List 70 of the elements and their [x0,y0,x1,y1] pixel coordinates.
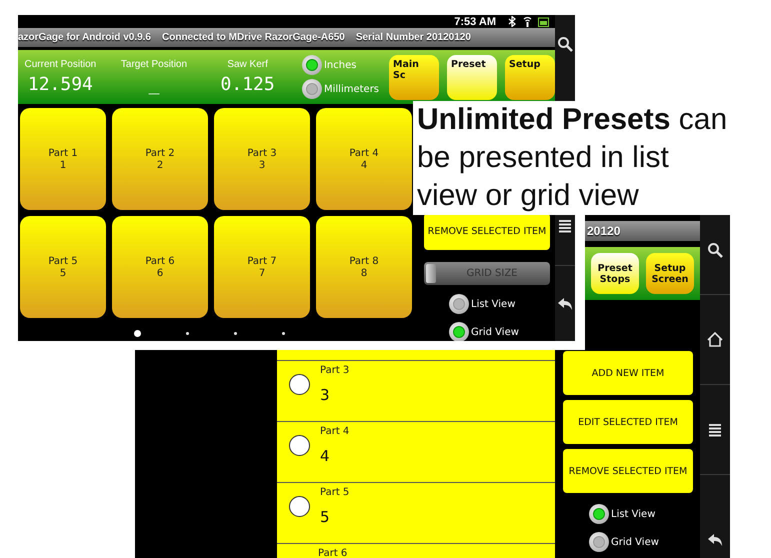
option-label: Inches [324,60,356,70]
preset-tile[interactable]: Part 4 4 [316,108,412,210]
title-bar-text: azorGage for Android v0.9.6 [18,32,151,43]
radio-button[interactable] [449,294,469,314]
nav-button[interactable]: Main Sc [389,54,440,100]
search-icon[interactable] [707,242,723,258]
action-button[interactable]: ADD NEW ITEM [563,351,693,395]
title-bar-text: Connected to MDrive RazorGage-A650 [162,32,345,43]
part-number: 4 [320,447,331,465]
status-time: 7:53 AM [454,16,496,28]
search-icon[interactable] [557,36,573,52]
nav-button[interactable]: Setup Screen [646,253,694,294]
home-icon[interactable] [707,332,723,347]
page-indicator-dot[interactable] [282,332,285,335]
action-button[interactable]: REMOVE SELECTED ITEM [563,449,693,493]
slider-label: GRID SIZE [466,268,518,279]
radio-button[interactable] [289,435,310,456]
option-label: Grid View [611,536,659,548]
readout-value: _ [148,74,160,95]
radio-button[interactable] [449,322,469,341]
title-bar-text: Serial Number 20120120 [356,32,471,43]
list-row[interactable] [277,350,555,361]
menu-icon[interactable] [708,422,722,436]
part-name: Part 5 [320,486,350,499]
preset-tile[interactable]: Part 7 7 [214,216,310,318]
part-name: Part 3 [320,364,350,377]
battery-icon [538,16,549,27]
preset-tile[interactable]: Part 3 3 [214,108,310,210]
nav-button[interactable]: Preset [447,54,498,100]
radio-button[interactable] [289,496,310,517]
back-icon[interactable] [707,533,723,547]
preset-tile[interactable]: Part 5 5 [20,216,106,318]
part-name: Part 4 [320,425,350,438]
part-number: 5 [320,508,331,526]
radio-button[interactable] [589,504,609,524]
option-label: List View [611,508,656,520]
menu-icon[interactable] [558,219,572,233]
part-name: Part 6 [318,547,348,558]
radio-button[interactable] [302,55,322,75]
list-row[interactable]: Part 6 [277,544,555,558]
back-icon[interactable] [557,297,573,311]
option-label: Millimeters [324,84,380,94]
nav-button[interactable]: Preset Stops [591,253,639,294]
callout-text: Unlimited Presets can be presented in list view or grid view [417,102,728,214]
option-label: List View [471,298,516,310]
option-label: Grid View [471,326,519,338]
preset-tile[interactable]: Part 2 2 [112,108,208,210]
list-row[interactable]: Part 4 4 [277,422,555,483]
nav-button[interactable]: Setup [505,54,556,100]
list-row[interactable]: Part 5 5 [277,483,555,544]
readout-label: Saw Kerf [227,59,268,70]
list-row[interactable]: Part 3 3 [277,361,555,422]
slider-thumb[interactable] [426,264,436,283]
page-indicator-dot[interactable] [134,330,141,337]
radio-button[interactable] [589,532,609,552]
page-indicator-dot[interactable] [234,332,237,335]
readout-label: Current Position [24,59,96,70]
readout-value: 0.125 [220,74,275,95]
action-button[interactable]: EDIT SELECTED ITEM [563,400,693,444]
preset-tile[interactable]: Part 1 1 [20,108,106,210]
part-number: 3 [320,386,331,404]
radio-button[interactable] [289,374,310,395]
preset-tile[interactable]: Part 6 6 [112,216,208,318]
radio-button[interactable] [302,79,322,99]
action-button[interactable]: REMOVE SELECTED ITEM [424,213,550,250]
readout-label: Target Position [120,59,188,70]
preset-tile[interactable]: Part 8 8 [316,216,412,318]
page-indicator-dot[interactable] [186,332,189,335]
title-bar-text: 20120 [587,224,620,238]
readout-value: 12.594 [28,74,93,95]
